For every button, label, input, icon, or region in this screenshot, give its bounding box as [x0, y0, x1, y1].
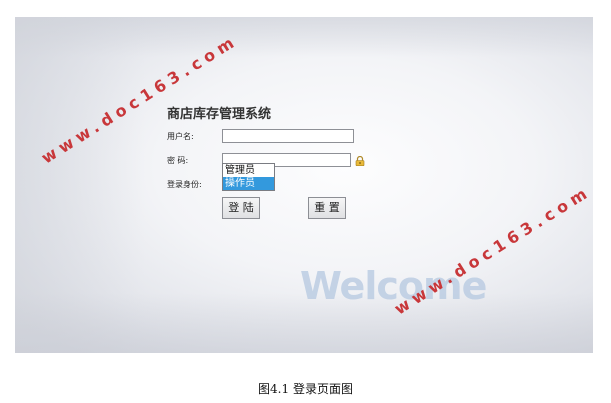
identity-label: 登录身份:: [167, 180, 202, 189]
login-button[interactable]: 登 陆: [222, 197, 260, 219]
reset-button[interactable]: 重 置: [308, 197, 346, 219]
password-label: 密 码:: [167, 156, 189, 165]
role-option-admin[interactable]: 管理员: [223, 164, 274, 177]
lock-icon: [355, 156, 365, 166]
login-panel: Welcome 商店库存管理系统 用户名: 密 码: 登录身份: 管理员 操作员…: [15, 17, 593, 353]
system-title: 商店库存管理系统: [167, 107, 272, 122]
username-label: 用户名:: [167, 132, 194, 141]
role-option-operator[interactable]: 操作员: [223, 177, 274, 190]
role-dropdown-list[interactable]: 管理员 操作员: [222, 163, 275, 191]
figure-caption: 图4.1 登录页面图: [258, 382, 353, 396]
username-input[interactable]: [222, 129, 354, 143]
